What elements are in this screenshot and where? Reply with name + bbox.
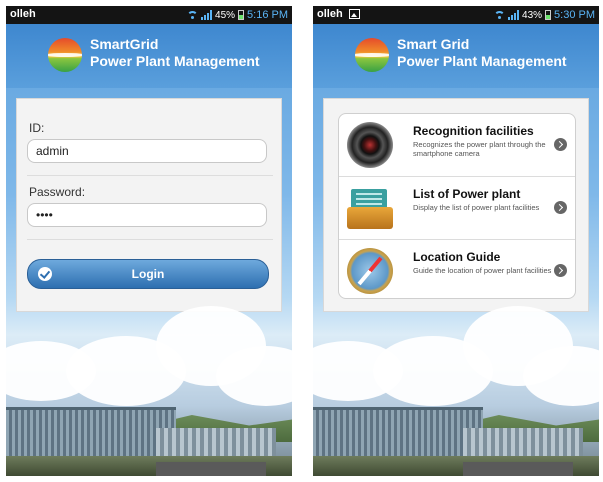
smartgrid-logo-icon [48,38,82,72]
status-bar: olleh 43% 5:30 PM [313,6,599,24]
status-indicators: 45% 5:16 PM [187,9,288,21]
chevron-right-icon [554,201,567,214]
menu-item-title: List of Power plant [413,187,521,201]
menu-item-description: Display the list of power plant faciliti… [413,203,540,212]
menu-item-list-of-power-plant[interactable]: List of Power plant Display the list of … [339,177,575,240]
check-icon [38,267,52,281]
clock: 5:30 PM [554,9,595,21]
camera-icon [347,122,393,168]
battery-percent: 45% [215,9,236,21]
id-label: ID: [29,121,45,135]
signal-icon [201,10,213,20]
app-title-line2: Power Plant Management [90,53,260,69]
login-form: ID: Password: Login [16,98,282,312]
carrier-name: olleh [10,8,36,20]
form-divider [27,175,273,176]
status-bar: olleh 45% 5:16 PM [6,6,292,24]
password-field[interactable] [27,203,267,227]
chevron-right-icon [554,264,567,277]
app-title: Smart Grid Power Plant Management [397,36,567,70]
app-header: Smart Grid Power Plant Management [313,24,599,88]
smartgrid-logo-icon [355,38,389,72]
wifi-icon [494,10,506,20]
main-menu: Recognition facilities Recognizes the po… [323,98,589,312]
login-screen: olleh 45% 5:16 PM SmartGrid Power Plant … [6,6,292,476]
folder-icon [347,185,393,231]
menu-item-description: Guide the location of power plant facili… [413,266,552,275]
signal-icon [508,10,520,20]
menu-item-description: Recognizes the power plant through the s… [413,140,546,158]
menu-screen: olleh 43% 5:30 PM Smart Grid Power Plant… [313,6,599,476]
app-title: SmartGrid Power Plant Management [90,36,260,70]
app-title-line1: SmartGrid [90,36,159,52]
menu-item-title: Recognition facilities [413,124,534,138]
menu-list: Recognition facilities Recognizes the po… [338,113,576,299]
compass-icon [347,248,393,294]
battery-icon [545,10,552,20]
battery-icon [238,10,245,20]
menu-item-title: Location Guide [413,250,501,264]
password-label: Password: [29,185,86,199]
login-button-label: Login [131,267,165,281]
status-indicators: 43% 5:30 PM [494,9,595,21]
carrier-name: olleh [317,8,343,20]
id-field[interactable] [27,139,267,163]
app-header: SmartGrid Power Plant Management [6,24,292,88]
gallery-notification-icon [349,9,360,19]
clock: 5:16 PM [247,9,288,21]
form-divider-2 [27,239,273,240]
menu-item-recognition-facilities[interactable]: Recognition facilities Recognizes the po… [339,114,575,177]
app-title-line1: Smart Grid [397,36,470,52]
login-button[interactable]: Login [27,259,269,289]
menu-item-location-guide[interactable]: Location Guide Guide the location of pow… [339,240,575,298]
wifi-icon [187,10,199,20]
battery-percent: 43% [522,9,543,21]
chevron-right-icon [554,138,567,151]
app-title-line2: Power Plant Management [397,53,567,69]
